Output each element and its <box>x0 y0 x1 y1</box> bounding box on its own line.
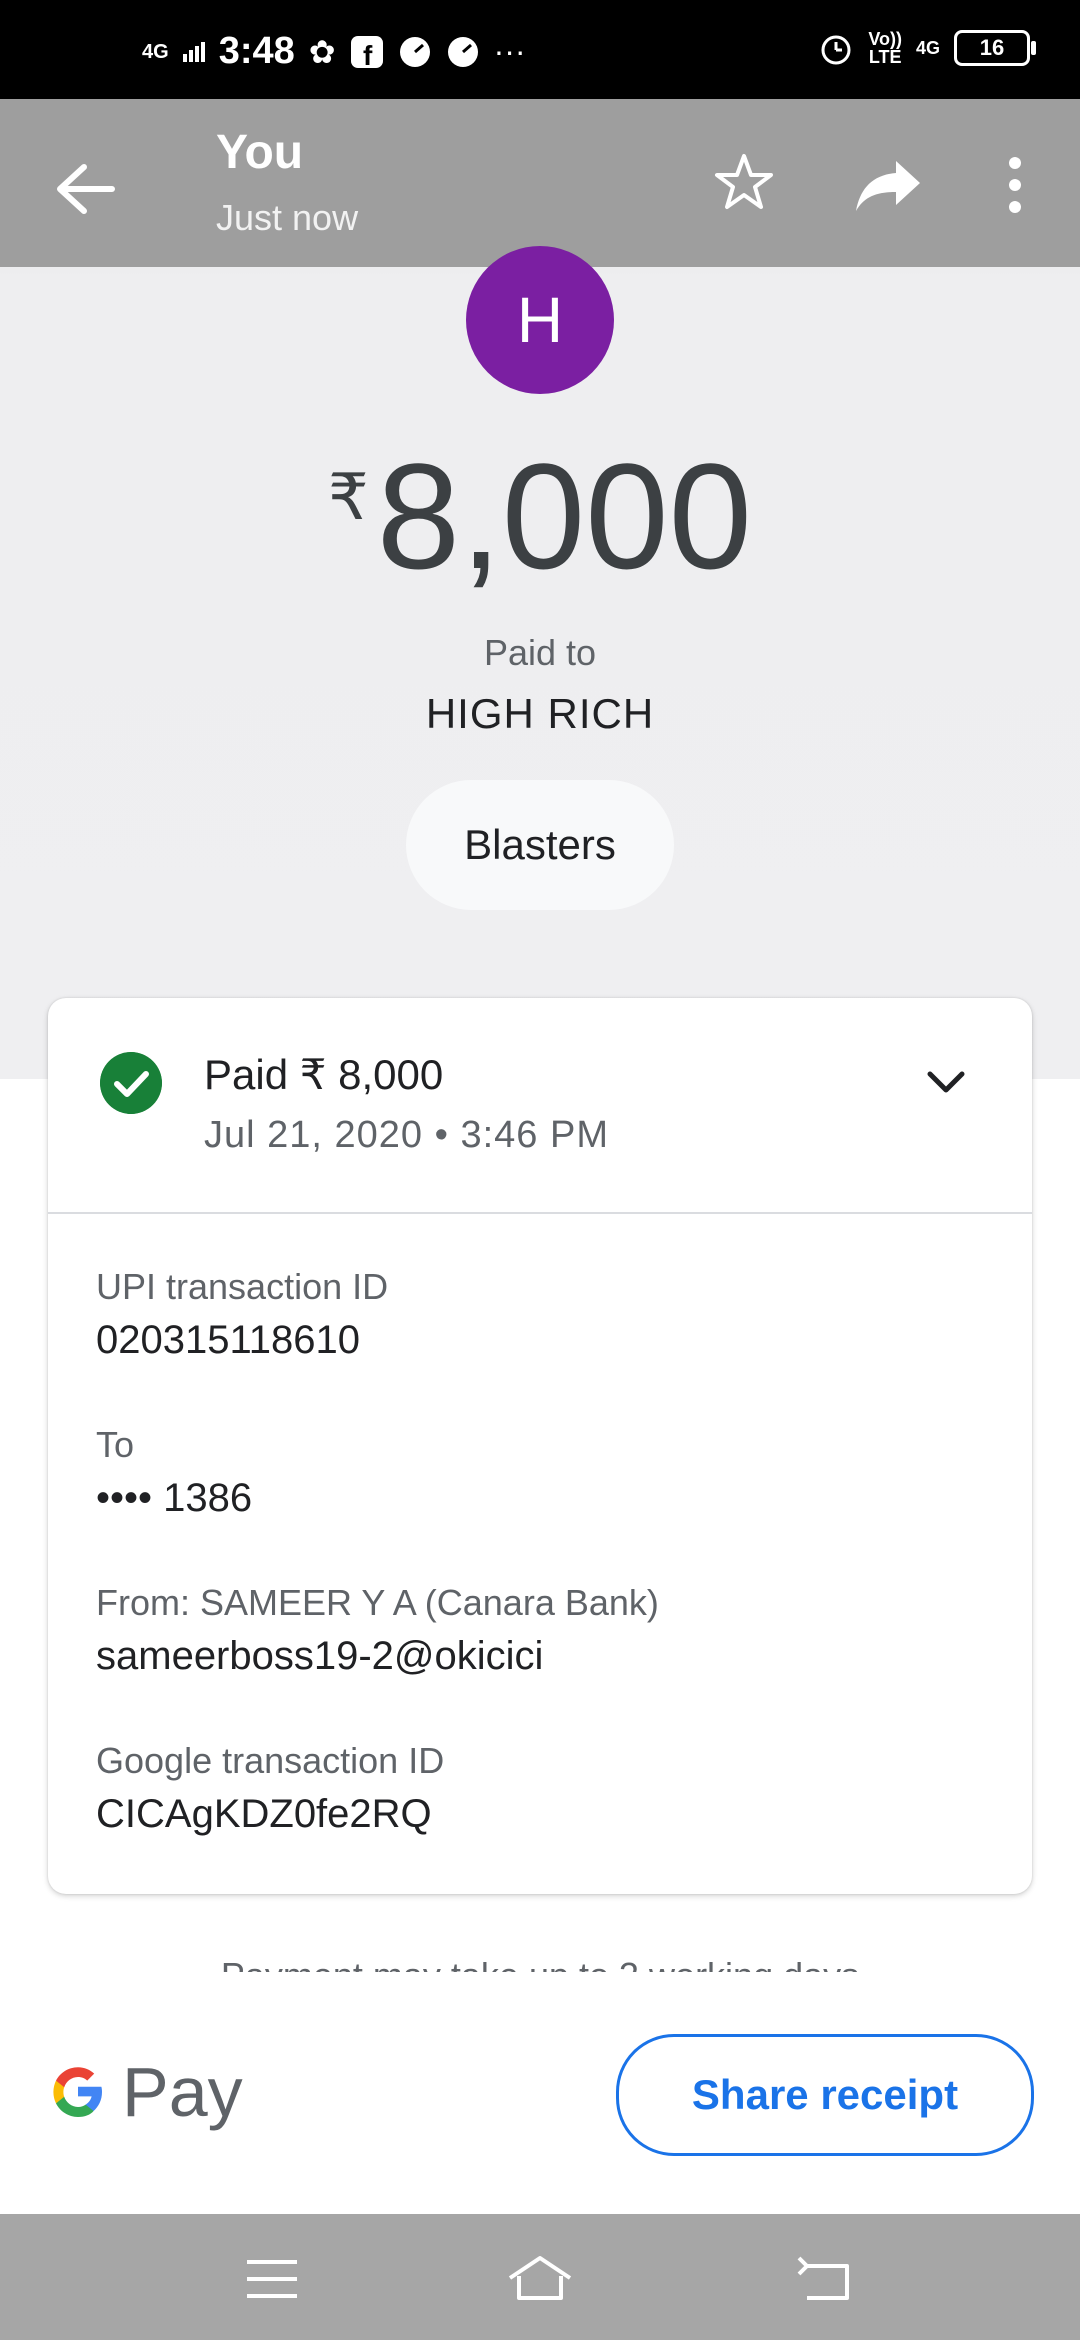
payment-note-text: Blasters <box>464 821 616 868</box>
menu-icon[interactable] <box>242 2254 302 2304</box>
forward-arrow-icon[interactable] <box>852 155 924 215</box>
share-receipt-label: Share receipt <box>691 2071 959 2118</box>
page-title: You <box>216 126 304 179</box>
detail-from: From: SAMEER Y A (Canara Bank) sameerbos… <box>96 1582 659 1679</box>
system-nav-bar <box>0 2214 1080 2340</box>
speedometer-icon <box>399 36 430 67</box>
chevron-down-icon[interactable] <box>924 1066 968 1098</box>
detail-value[interactable]: CICAgKDZ0fe2RQ <box>96 1792 444 1837</box>
page-subtitle: Just now <box>216 197 359 238</box>
battery-level: 16 <box>979 35 1005 60</box>
google-g-icon <box>53 2067 102 2117</box>
app-bar: You Just now <box>0 99 1080 267</box>
svg-text:f: f <box>363 40 373 69</box>
avatar-letter: H <box>516 284 564 356</box>
speedometer-icon-2 <box>447 36 478 67</box>
status-bar: 4G 3:48 ✿ f ··· Vo)) LTE 4G 16 <box>0 0 1080 99</box>
back-arrow-icon[interactable] <box>50 159 120 219</box>
payment-datetime: Jul 21, 2020 • 3:46 PM <box>204 1114 609 1156</box>
transaction-summary[interactable]: Paid ₹ 8,000 Jul 21, 2020 • 3:46 PM <box>48 998 1032 1214</box>
currency-symbol: ₹ <box>327 461 369 533</box>
gpay-brand-text: Pay <box>122 2053 243 2131</box>
network-indicator: 4G <box>142 40 169 63</box>
star-icon[interactable] <box>712 151 776 215</box>
detail-value: sameerboss19-2@okicici <box>96 1634 544 1678</box>
back-nav-icon[interactable] <box>795 2254 855 2304</box>
detail-label: UPI transaction ID <box>96 1266 389 1307</box>
gpay-logo: Pay <box>46 2052 243 2132</box>
amount-value: 8,000 <box>376 432 753 600</box>
detail-google-id: Google transaction ID CICAgKDZ0fe2RQ <box>96 1740 444 1837</box>
home-icon[interactable] <box>505 2254 575 2304</box>
alarm-icon <box>821 35 851 65</box>
settings-icon: ✿ <box>308 33 336 70</box>
detail-label: Google transaction ID <box>96 1740 445 1781</box>
processing-note: Payment may take up to 3 working days <box>0 1958 1080 1972</box>
clock: 3:48 <box>218 30 295 72</box>
detail-value[interactable]: 020315118610 <box>96 1318 388 1363</box>
more-options-icon[interactable] <box>1000 153 1030 217</box>
facebook-icon: f <box>350 35 383 69</box>
payee-name: HIGH RICH <box>425 690 655 737</box>
detail-label: From: SAMEER Y A (Canara Bank) <box>96 1582 659 1623</box>
network-indicator-2: 4G <box>915 38 940 58</box>
avatar: H <box>466 246 614 394</box>
detail-label: To <box>96 1424 135 1465</box>
battery-icon: 16 <box>954 30 1036 66</box>
transaction-card: Paid ₹ 8,000 Jul 21, 2020 • 3:46 PM UPI … <box>48 998 1032 1894</box>
detail-value: •••• 1386 <box>96 1476 253 1520</box>
share-receipt-button[interactable]: Share receipt <box>616 2034 1034 2156</box>
signal-icon <box>182 41 205 62</box>
detail-to: To •••• 1386 <box>96 1424 252 1521</box>
bottom-action-bar: Pay Share receipt <box>0 1972 1080 2214</box>
detail-upi-id: UPI transaction ID 020315118610 <box>96 1266 388 1363</box>
payment-status: Paid ₹ 8,000 <box>204 1051 444 1098</box>
volte-indicator: Vo)) LTE <box>868 29 902 67</box>
payment-amount: ₹8,000 <box>0 430 1080 603</box>
more-notifications-icon: ··· <box>493 33 526 69</box>
payment-note: Blasters <box>406 780 674 910</box>
success-check-icon <box>100 1052 162 1114</box>
paid-to-label: Paid to <box>483 632 597 673</box>
